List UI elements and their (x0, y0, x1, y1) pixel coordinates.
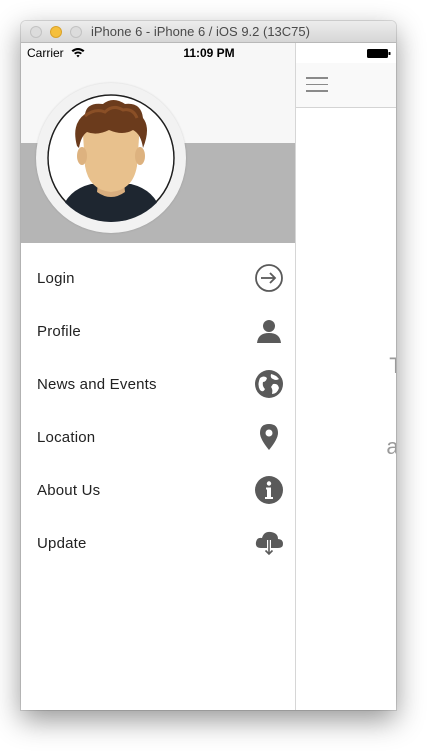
avatar[interactable] (47, 94, 175, 222)
hamburger-menu-icon[interactable] (306, 77, 328, 93)
globe-icon (255, 370, 283, 398)
main-content: This is and will a (296, 63, 396, 710)
menu-item-update[interactable]: Update (21, 517, 295, 570)
menu-item-about-us[interactable]: About Us (21, 464, 295, 517)
status-bar: Carrier 11:09 PM (21, 43, 396, 63)
main-text-line: This is (389, 353, 396, 378)
menu-item-label: Profile (37, 323, 81, 340)
avatar-frame (36, 83, 186, 233)
menu-item-location[interactable]: Location (21, 411, 295, 464)
avatar-illustration (47, 94, 175, 222)
status-time: 11:09 PM (183, 46, 235, 60)
menu-item-login[interactable]: Login (21, 252, 295, 305)
title-bar: iPhone 6 - iPhone 6 / iOS 9.2 (13C75) (21, 21, 396, 43)
wifi-icon (71, 48, 85, 58)
menu-item-label: Update (37, 535, 87, 552)
side-menu: Login Profile News and Events Location A… (21, 43, 296, 710)
menu-item-label: About Us (37, 482, 101, 499)
battery-icon (367, 49, 391, 58)
zoom-window-button[interactable] (70, 26, 82, 38)
user-icon (257, 320, 281, 343)
main-placeholder-text: This is and will a (291, 298, 396, 595)
menu-item-profile[interactable]: Profile (21, 305, 295, 358)
menu-item-news-and-events[interactable]: News and Events (21, 358, 295, 411)
device-screen: Login Profile News and Events Location A… (21, 43, 396, 710)
main-text-line: a (291, 514, 396, 541)
carrier-label: Carrier (27, 46, 64, 60)
menu-item-label: Location (37, 429, 96, 446)
location-pin-icon (260, 424, 278, 450)
menu-item-label: Login (37, 270, 75, 287)
main-text-line: and will (386, 434, 396, 459)
menu-list: Login Profile News and Events Location A… (21, 252, 295, 570)
window-title: iPhone 6 - iPhone 6 / iOS 9.2 (13C75) (91, 24, 310, 39)
close-window-button[interactable] (30, 26, 42, 38)
navigation-bar (296, 63, 396, 108)
cloud-download-icon (255, 531, 283, 556)
login-icon (255, 264, 283, 292)
info-icon (255, 476, 283, 504)
minimize-window-button[interactable] (50, 26, 62, 38)
menu-item-label: News and Events (37, 376, 157, 393)
simulator-window: iPhone 6 - iPhone 6 / iOS 9.2 (13C75) Lo… (21, 21, 396, 710)
